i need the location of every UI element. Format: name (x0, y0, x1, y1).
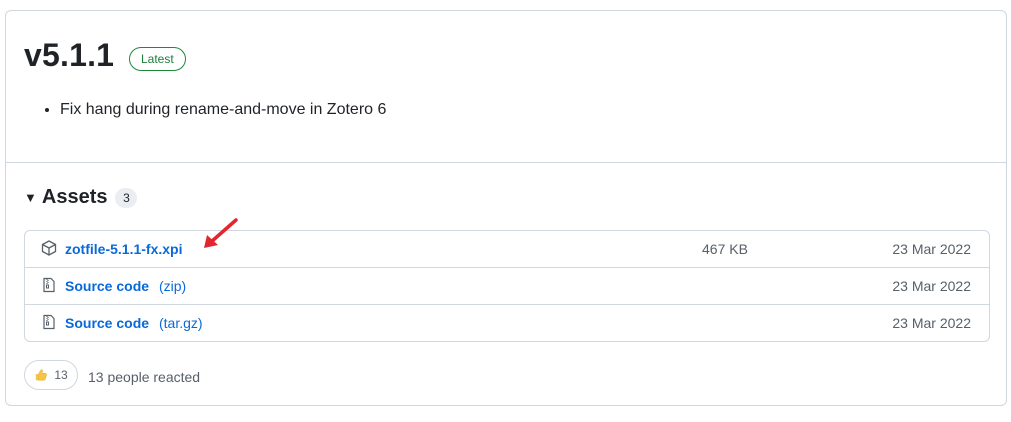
assets-list: zotfile-5.1.1-fx.xpi 467 KB 23 Mar 2022 … (24, 230, 990, 342)
assets-count-badge: 3 (115, 187, 138, 208)
asset-date: 23 Mar 2022 (892, 315, 971, 331)
file-zip-icon (43, 314, 55, 330)
release-version-title[interactable]: v5.1.1 (24, 37, 114, 74)
assets-toggle[interactable]: ▼ Assets 3 (24, 186, 138, 209)
asset-link-source-targz[interactable]: Source code (65, 315, 149, 331)
release-note-item: Fix hang during rename-and-move in Zoter… (60, 101, 386, 119)
assets-title: Assets (41, 186, 108, 208)
file-zip-icon (43, 277, 55, 293)
asset-row: Source code (zip) 23 Mar 2022 (25, 267, 989, 304)
package-icon (41, 240, 57, 256)
asset-row: Source code (tar.gz) 23 Mar 2022 (25, 304, 989, 341)
release-notes-list: Fix hang during rename-and-move in Zoter… (40, 101, 386, 119)
thumbs-up-reaction-button[interactable]: 13 (24, 360, 78, 390)
asset-row: zotfile-5.1.1-fx.xpi 467 KB 23 Mar 2022 (25, 231, 989, 267)
reactions-summary: 13 people reacted (88, 369, 201, 385)
asset-date: 23 Mar 2022 (892, 278, 971, 294)
asset-date: 23 Mar 2022 (892, 241, 971, 257)
asset-ext-zip[interactable]: (zip) (159, 278, 186, 294)
triangle-down-icon: ▼ (24, 190, 37, 205)
thumbs-up-icon (36, 369, 48, 381)
annotation-arrow-icon (204, 218, 238, 248)
release-header-section: v5.1.1 Latest Fix hang during rename-and… (6, 11, 1006, 163)
asset-size: 467 KB (702, 241, 748, 257)
release-card: v5.1.1 Latest Fix hang during rename-and… (5, 10, 1007, 406)
asset-ext-targz[interactable]: (tar.gz) (159, 315, 203, 331)
asset-link-xpi[interactable]: zotfile-5.1.1-fx.xpi (65, 241, 182, 257)
asset-link-source-zip[interactable]: Source code (65, 278, 149, 294)
reaction-count: 13 (54, 368, 68, 382)
latest-badge: Latest (129, 47, 186, 71)
